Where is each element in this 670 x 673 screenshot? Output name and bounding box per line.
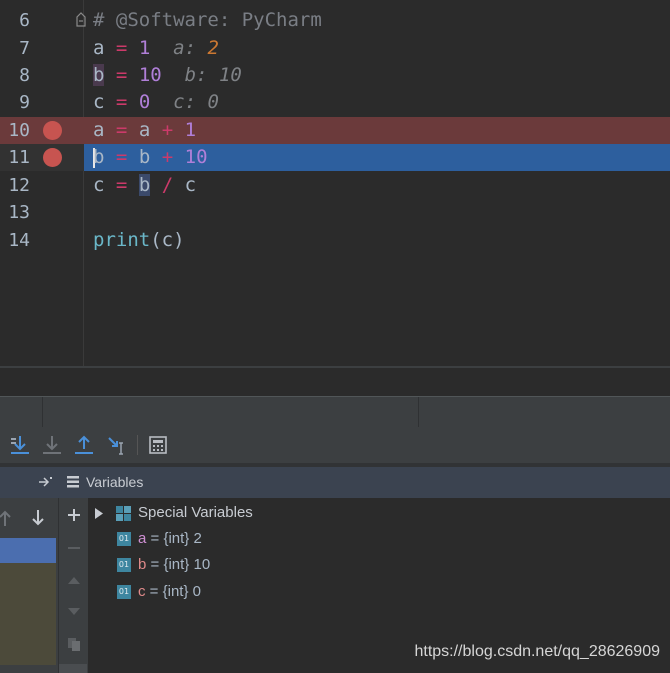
code-line-8[interactable]: 8 b = 10 b: 10	[0, 62, 670, 89]
variables-title: Variables	[86, 474, 144, 490]
code-line-12[interactable]: 12 c = b / c	[0, 172, 670, 199]
pin-icon[interactable]	[37, 475, 53, 489]
variable-text: c = {int} 0	[138, 583, 201, 600]
line-number: 10	[8, 120, 30, 141]
variable-b[interactable]: 01 b = {int} 10	[88, 552, 670, 578]
code-line-14[interactable]: 14 print(c)	[0, 227, 670, 254]
variables-side-toolbar	[58, 498, 89, 673]
frame-item[interactable]	[0, 563, 56, 665]
code-text: b = b + 10	[93, 146, 208, 168]
tree-item-special-variables[interactable]: Special Variables	[88, 500, 670, 526]
move-up-icon[interactable]	[66, 572, 82, 588]
tab-divider	[42, 397, 43, 427]
line-number: 8	[19, 65, 30, 86]
tab-divider	[418, 397, 419, 427]
code-editor[interactable]: 6 # @Software: PyCharm 7 a = 1 a: 2 8 b …	[0, 0, 670, 366]
variables-list-icon	[67, 476, 79, 488]
breakpoint-icon[interactable]	[43, 148, 62, 167]
tree-item-label: Special Variables	[138, 504, 253, 521]
line-number: 9	[19, 92, 30, 113]
code-text: b = 10 b: 10	[93, 64, 242, 86]
debug-toolbar	[0, 427, 670, 463]
inline-value-hint: a:	[173, 37, 197, 59]
variable-a[interactable]: 01 a = {int} 2	[88, 526, 670, 552]
line-number: 14	[8, 230, 30, 251]
line-number: 6	[19, 10, 30, 31]
code-text: print(c)	[93, 229, 185, 251]
int-variable-icon: 01	[117, 558, 131, 572]
variable-text: b = {int} 10	[138, 556, 211, 573]
code-text: a = a + 1	[93, 119, 197, 141]
breakpoint-icon[interactable]	[43, 121, 62, 140]
inline-value-hint: b:	[184, 64, 208, 86]
line-number: 7	[19, 38, 30, 59]
code-line-7[interactable]: 7 a = 1 a: 2	[0, 35, 670, 62]
scrollbar[interactable]	[59, 664, 87, 673]
int-variable-icon: 01	[117, 532, 131, 546]
copy-icon[interactable]	[66, 636, 82, 652]
frames-list[interactable]	[0, 498, 58, 673]
inline-value-hint: c:	[173, 91, 197, 113]
code-text: a = 1 a: 2	[93, 37, 219, 59]
line-number: 13	[8, 202, 30, 223]
remove-watch-icon[interactable]	[66, 540, 82, 556]
line-number: 12	[8, 175, 30, 196]
editor-scroll-area	[0, 368, 670, 396]
frame-item-selected[interactable]	[0, 538, 56, 563]
code-line-6[interactable]: 6 # @Software: PyCharm	[0, 7, 670, 34]
debug-tab-bar	[0, 396, 670, 428]
comment-text: # @Software: PyCharm	[93, 9, 322, 31]
arrow-up-icon[interactable]	[0, 508, 14, 528]
toolbar-separator	[137, 435, 138, 455]
special-variables-icon	[116, 506, 131, 521]
move-down-icon[interactable]	[66, 604, 82, 620]
code-line-10[interactable]: 10 a = a + 1	[0, 117, 670, 144]
int-variable-icon: 01	[117, 585, 131, 599]
code-line-9[interactable]: 9 c = 0 c: 0	[0, 89, 670, 116]
evaluate-expression-icon[interactable]	[146, 433, 170, 457]
code-line-11[interactable]: 11 b = b + 10	[0, 144, 670, 171]
run-to-cursor-icon[interactable]	[104, 433, 128, 457]
code-text: c = b / c	[93, 174, 197, 196]
arrow-down-icon[interactable]	[30, 508, 46, 528]
variables-header: Variables	[0, 467, 670, 499]
line-number: 11	[8, 147, 30, 168]
step-into-icon[interactable]	[40, 433, 64, 457]
add-watch-icon[interactable]	[66, 507, 82, 523]
step-out-icon[interactable]	[72, 433, 96, 457]
variable-text: a = {int} 2	[138, 530, 202, 547]
expand-arrow-icon[interactable]	[94, 508, 104, 519]
watermark-text: https://blog.csdn.net/qq_28626909	[414, 643, 660, 660]
variable-c[interactable]: 01 c = {int} 0	[88, 579, 670, 605]
code-line-13[interactable]: 13	[0, 199, 670, 226]
step-over-icon[interactable]	[8, 433, 32, 457]
code-text: c = 0 c: 0	[93, 91, 219, 113]
